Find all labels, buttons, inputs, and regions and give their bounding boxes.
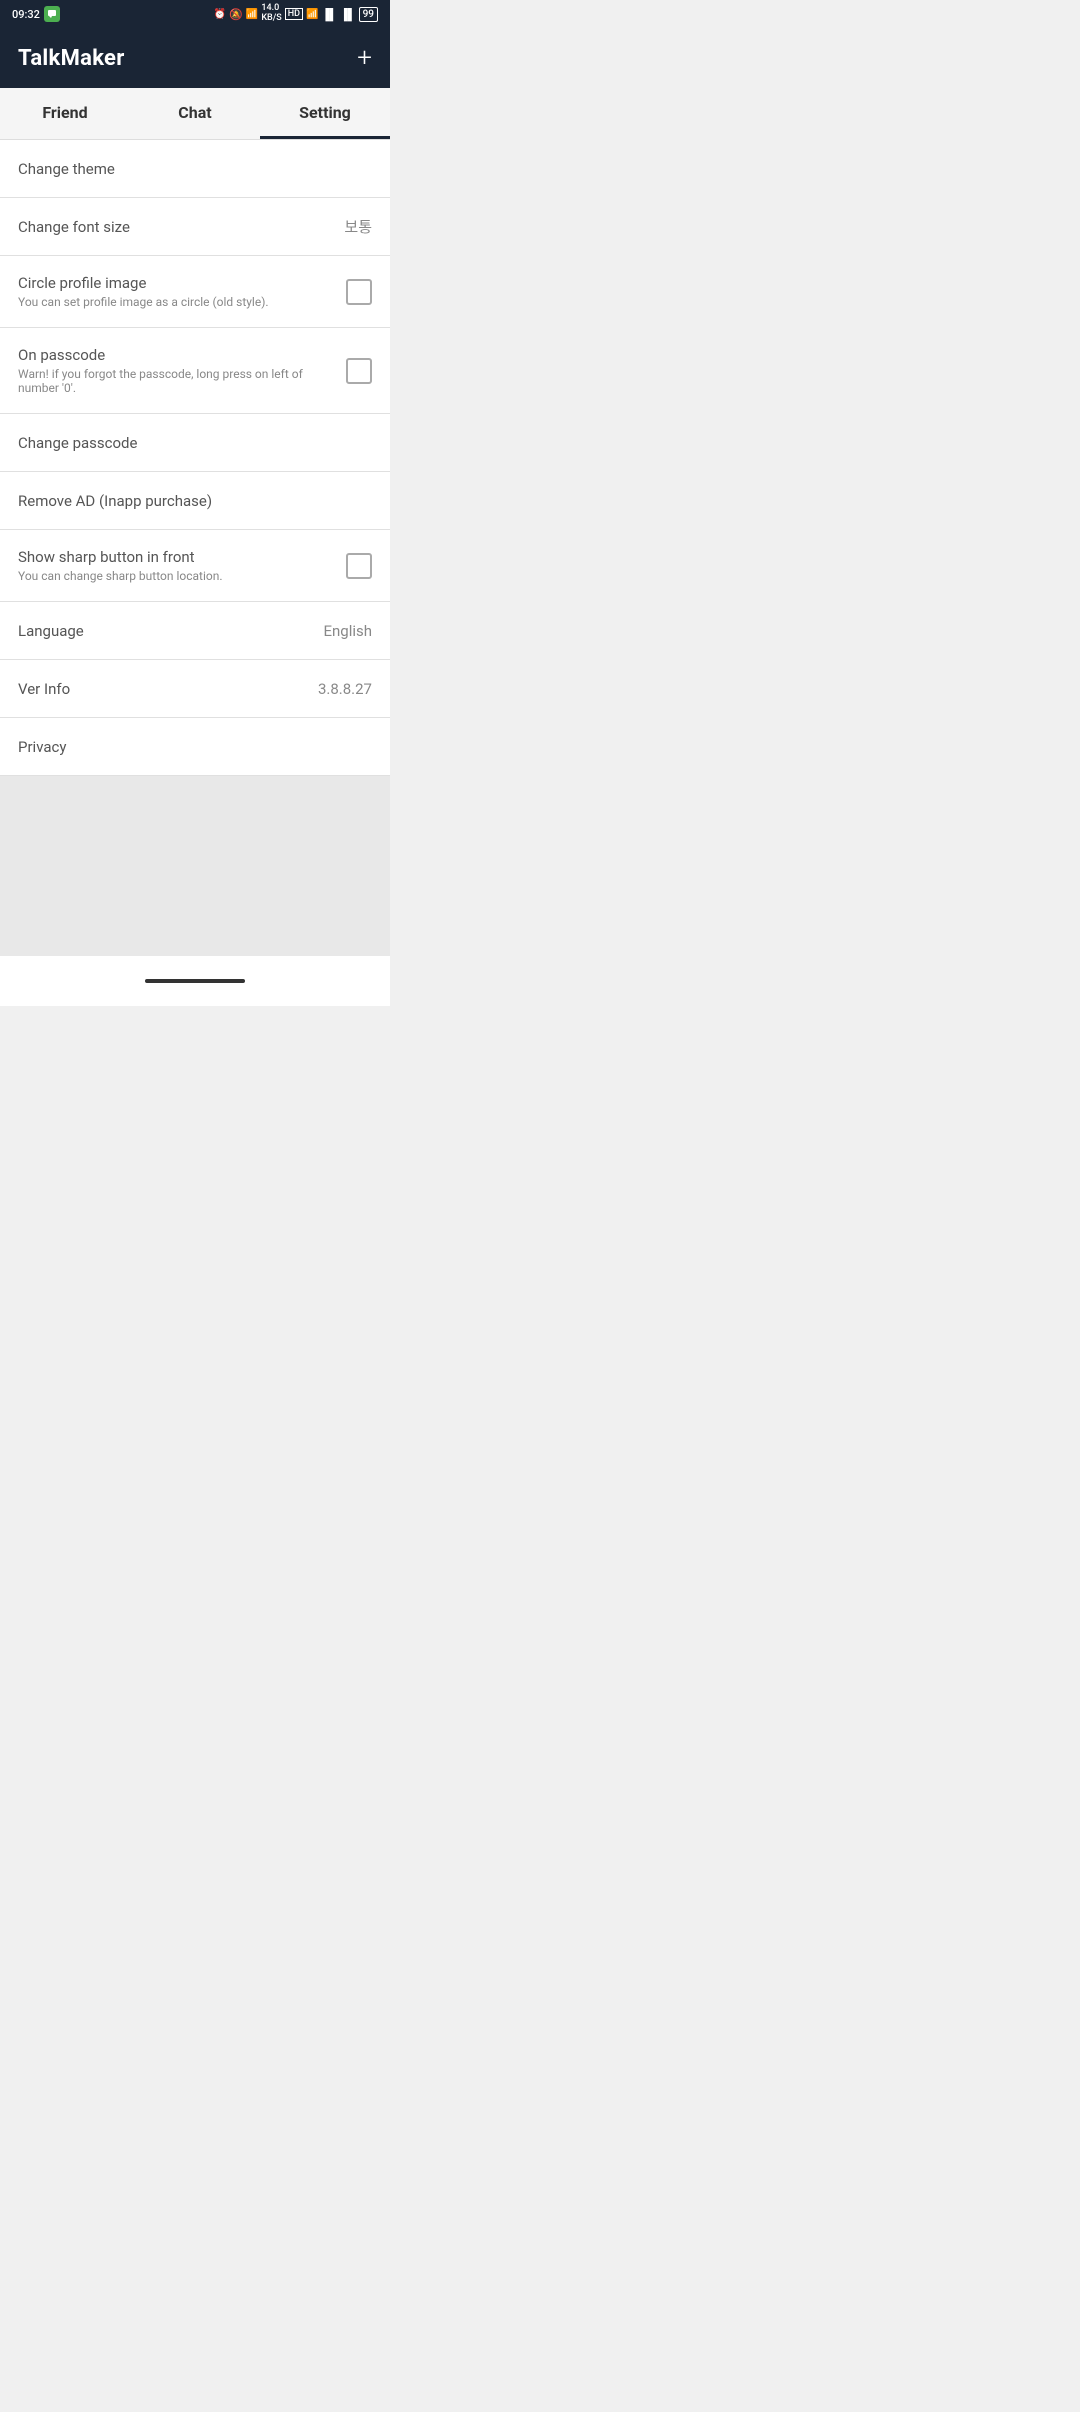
chat-notification-icon [44, 6, 60, 22]
setting-item-change-theme[interactable]: Change theme [0, 140, 390, 198]
setting-value-ver-info: 3.8.8.27 [318, 680, 372, 698]
status-right: ⏰ 🔕 📶 14.0KB/S HD 📶 ▐▌ ▐▌ 99 [214, 4, 378, 24]
tab-bar: Friend Chat Setting [0, 88, 390, 140]
setting-item-show-sharp-button[interactable]: Show sharp button in front You can chang… [0, 530, 390, 602]
battery-indicator: 99 [359, 7, 378, 22]
alarm-icon: ⏰ [214, 9, 226, 20]
setting-value-language: English [323, 622, 372, 640]
setting-item-language[interactable]: Language English [0, 602, 390, 660]
setting-item-privacy[interactable]: Privacy [0, 718, 390, 776]
setting-title-circle-profile: Circle profile image [18, 274, 336, 292]
checkbox-show-sharp-button[interactable] [346, 553, 372, 579]
nav-bar [0, 956, 390, 1006]
setting-title-show-sharp-button: Show sharp button in front [18, 548, 336, 566]
speed-label: 14.0KB/S [261, 4, 281, 24]
setting-item-change-passcode[interactable]: Change passcode [0, 414, 390, 472]
setting-item-remove-ad[interactable]: Remove AD (Inapp purchase) [0, 472, 390, 530]
hd-badge: HD [285, 8, 303, 20]
tab-setting[interactable]: Setting [260, 88, 390, 139]
checkbox-circle-profile[interactable] [346, 279, 372, 305]
setting-title-on-passcode: On passcode [18, 346, 336, 364]
signal2-icon: ▐▌ [340, 8, 356, 21]
setting-title-remove-ad: Remove AD (Inapp purchase) [18, 492, 372, 510]
setting-title-change-font-size: Change font size [18, 218, 334, 236]
setting-item-on-passcode[interactable]: On passcode Warn! if you forgot the pass… [0, 328, 390, 414]
setting-subtitle-show-sharp-button: You can change sharp button location. [18, 569, 336, 583]
checkbox-on-passcode[interactable] [346, 358, 372, 384]
setting-item-circle-profile[interactable]: Circle profile image You can set profile… [0, 256, 390, 328]
tab-friend[interactable]: Friend [0, 88, 130, 139]
app-header: TalkMaker + [0, 28, 390, 88]
setting-item-ver-info[interactable]: Ver Info 3.8.8.27 [0, 660, 390, 718]
setting-title-language: Language [18, 622, 313, 640]
bluetooth-icon: 📶 [246, 9, 258, 20]
status-time: 09:32 [12, 8, 40, 21]
bottom-gray-area [0, 776, 390, 956]
home-indicator [145, 979, 245, 983]
setting-title-ver-info: Ver Info [18, 680, 308, 698]
setting-title-change-passcode: Change passcode [18, 434, 372, 452]
status-left: 09:32 [12, 6, 60, 22]
setting-title-privacy: Privacy [18, 738, 372, 756]
setting-subtitle-circle-profile: You can set profile image as a circle (o… [18, 295, 336, 309]
signal-icon: ▐▌ [321, 8, 337, 21]
setting-title-change-theme: Change theme [18, 160, 372, 178]
status-bar: 09:32 ⏰ 🔕 📶 14.0KB/S HD 📶 ▐▌ ▐▌ 99 [0, 0, 390, 28]
tab-chat[interactable]: Chat [130, 88, 260, 139]
settings-list: Change theme Change font size 보통 Circle … [0, 140, 390, 776]
setting-subtitle-on-passcode: Warn! if you forgot the passcode, long p… [18, 367, 336, 395]
mute-icon: 🔕 [229, 8, 243, 21]
app-title: TalkMaker [18, 46, 125, 71]
wifi-icon: 📶 [306, 9, 318, 20]
add-button[interactable]: + [357, 45, 372, 71]
setting-value-font-size: 보통 [344, 216, 372, 237]
setting-item-change-font-size[interactable]: Change font size 보통 [0, 198, 390, 256]
